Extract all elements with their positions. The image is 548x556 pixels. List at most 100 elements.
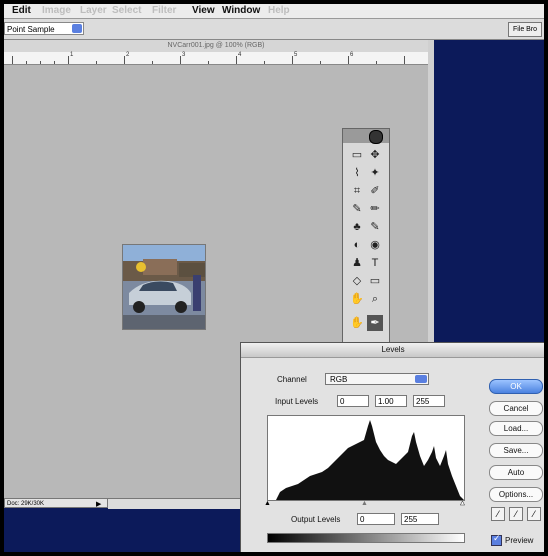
ruler-label: 5 xyxy=(294,52,298,58)
crop-tool-icon[interactable]: ⌗ xyxy=(349,183,365,199)
input-gamma-field[interactable]: 1.00 xyxy=(375,395,407,407)
histogram-graph xyxy=(268,420,464,500)
ruler-tick xyxy=(180,56,181,64)
ruler-tick xyxy=(54,61,55,64)
toolbox-header[interactable] xyxy=(343,129,389,144)
menu-bar: Edit Image Layer Select Filter View Wind… xyxy=(4,4,544,19)
white-eyedropper-icon[interactable]: ⁄ xyxy=(527,507,541,521)
menu-view[interactable]: View xyxy=(192,5,215,16)
gamma-handle[interactable]: ▲ xyxy=(361,500,368,507)
ruler-tick xyxy=(208,61,209,64)
healing-brush-tool-icon[interactable]: ✎ xyxy=(349,201,365,217)
ruler-tick xyxy=(96,61,97,64)
shape-tool-icon[interactable]: ⌕ xyxy=(367,291,383,307)
ruler-tick xyxy=(236,56,237,64)
load-button[interactable]: Load... xyxy=(489,421,543,436)
slice-tool-icon[interactable]: ✐ xyxy=(367,183,383,199)
document-title[interactable]: NVCarr001.jpg @ 100% (RGB) xyxy=(4,40,428,52)
menu-image[interactable]: Image xyxy=(42,5,71,16)
save-button[interactable]: Save... xyxy=(489,443,543,458)
black-eyedropper-icon[interactable]: ⁄ xyxy=(491,507,505,521)
ruler-tick xyxy=(376,61,377,64)
magic-wand-tool-icon[interactable]: ✦ xyxy=(367,165,383,181)
car-photo-graphic xyxy=(123,245,205,329)
gray-eyedropper-icon[interactable]: ⁄ xyxy=(509,507,523,521)
input-levels-label: Input Levels xyxy=(275,397,319,406)
hand-tool-icon[interactable]: ✋ xyxy=(349,315,365,331)
options-bar: Point Sample File Bro xyxy=(4,19,544,40)
ruler-label: 4 xyxy=(238,52,242,58)
car-photo-image[interactable] xyxy=(122,244,206,330)
input-levels-slider[interactable]: ▲ ▲ ▲ xyxy=(264,500,466,508)
marquee-tool-icon[interactable]: ▭ xyxy=(349,147,365,163)
black-point-handle[interactable]: ▲ xyxy=(264,500,271,507)
ruler-tick xyxy=(124,56,125,64)
desktop-background-bottom xyxy=(4,504,244,552)
white-point-handle[interactable]: ▲ xyxy=(459,500,466,508)
chevron-down-icon xyxy=(72,24,82,33)
clone-stamp-tool-icon[interactable]: ♣ xyxy=(349,219,365,235)
menu-select[interactable]: Select xyxy=(112,5,141,16)
cancel-button[interactable]: Cancel xyxy=(489,401,543,416)
history-brush-tool-icon[interactable]: ✎ xyxy=(367,219,383,235)
feather-logo-icon[interactable] xyxy=(369,130,383,144)
output-levels-label: Output Levels xyxy=(291,515,341,524)
ruler-label: 2 xyxy=(126,52,130,58)
horizontal-ruler[interactable]: 1 2 3 4 5 6 xyxy=(4,52,428,65)
ruler-tick xyxy=(26,61,27,64)
ruler-tick xyxy=(348,56,349,64)
ruler-label: 3 xyxy=(182,52,186,58)
channel-label: Channel xyxy=(277,375,307,384)
input-black-field[interactable]: 0 xyxy=(337,395,369,407)
type-tool-icon[interactable]: ▭ xyxy=(367,273,383,289)
menu-window[interactable]: Window xyxy=(222,5,260,16)
paint-bucket-tool-icon[interactable]: ◉ xyxy=(367,237,383,253)
sample-size-select[interactable]: Point Sample xyxy=(4,22,84,35)
pen-tool-icon[interactable]: ✋ xyxy=(349,291,365,307)
output-gradient[interactable] xyxy=(267,533,465,543)
ruler-tick xyxy=(12,56,13,64)
channel-value: RGB xyxy=(330,375,348,384)
ruler-tick xyxy=(320,61,321,64)
menu-help[interactable]: Help xyxy=(268,5,290,16)
eraser-tool-icon[interactable]: ◐ xyxy=(349,237,365,253)
move-tool-icon[interactable]: ✥ xyxy=(367,147,383,163)
menu-edit[interactable]: Edit xyxy=(12,5,31,16)
ruler-tick xyxy=(292,56,293,64)
levels-dialog[interactable]: Levels Channel RGB Input Levels 0 1.00 2… xyxy=(240,342,544,552)
ruler-tick xyxy=(404,56,405,64)
photoshop-screen: Edit Image Layer Select Filter View Wind… xyxy=(4,4,544,552)
brush-tool-icon[interactable]: ✏ xyxy=(367,201,383,217)
preview-checkbox[interactable]: ✓ xyxy=(491,533,502,546)
menu-filter[interactable]: Filter xyxy=(152,5,176,16)
chevron-down-icon xyxy=(415,375,427,383)
status-arrow-icon[interactable]: ▶ xyxy=(96,500,101,508)
preview-label: Preview xyxy=(505,536,534,545)
dodge-tool-icon[interactable]: T xyxy=(367,255,383,271)
toolbox-palette[interactable]: ▭ ✥ ⌇ ✦ ⌗ ✐ ✎ ✏ ♣ ✎ ◐ ◉ ♟ T ◇ ▭ ✋ ⌕ ✋ ✒ xyxy=(342,128,390,344)
ruler-tick xyxy=(152,61,153,64)
palette-well-button[interactable]: File Bro xyxy=(508,22,542,37)
lasso-tool-icon[interactable]: ⌇ xyxy=(349,165,365,181)
eyedropper-tool-icon[interactable]: ✒ xyxy=(367,315,383,331)
output-black-field[interactable]: 0 xyxy=(357,513,395,525)
path-selection-tool-icon[interactable]: ◇ xyxy=(349,273,365,289)
document-status-bar[interactable]: Doc: 29K/30K xyxy=(4,498,108,508)
channel-select[interactable]: RGB xyxy=(325,373,429,385)
checkmark-icon: ✓ xyxy=(493,533,501,543)
auto-button[interactable]: Auto xyxy=(489,465,543,480)
ruler-tick xyxy=(264,61,265,64)
ruler-tick xyxy=(68,56,69,64)
input-white-field[interactable]: 255 xyxy=(413,395,445,407)
blur-tool-icon[interactable]: ♟ xyxy=(349,255,365,271)
output-white-field[interactable]: 255 xyxy=(401,513,439,525)
ruler-label: 1 xyxy=(70,52,74,58)
options-button[interactable]: Options... xyxy=(489,487,543,502)
sample-size-value: Point Sample xyxy=(7,25,55,34)
ok-button[interactable]: OK xyxy=(489,379,543,394)
ruler-label: 6 xyxy=(350,52,354,58)
menu-layer[interactable]: Layer xyxy=(80,5,107,16)
histogram xyxy=(267,415,465,501)
levels-dialog-title[interactable]: Levels xyxy=(241,343,544,358)
horizontal-scrollbar[interactable]: ▶ xyxy=(96,498,244,509)
